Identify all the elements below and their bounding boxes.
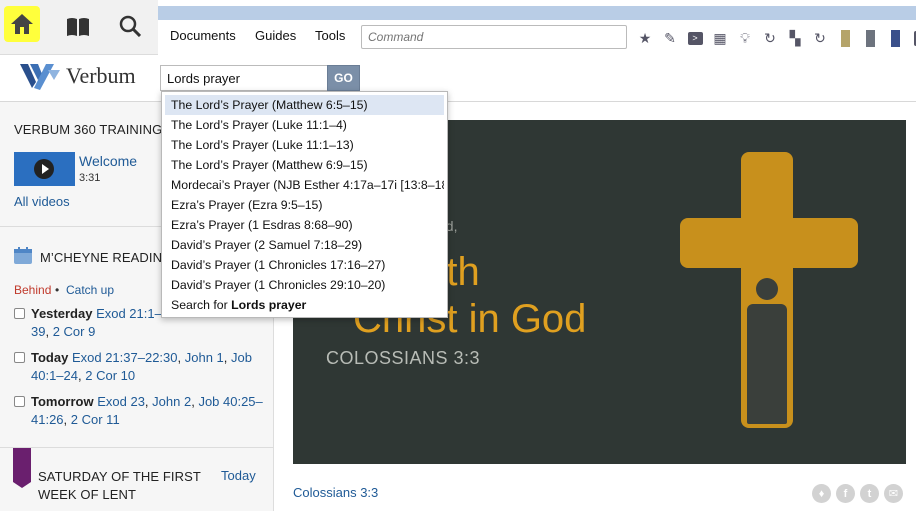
email-share-icon[interactable]: ✉ [884,484,903,503]
calendar-icon [14,247,32,264]
all-videos-link[interactable]: All videos [14,194,70,209]
tool-icons: ★ ✎ > ▦ 💡︎ ↻ ▚ ↻ [636,27,916,49]
video-thumbnail[interactable] [14,152,75,186]
home-button[interactable] [4,6,40,42]
people-icon[interactable]: ▚ [786,29,804,47]
verbum-logo-icon [20,64,60,90]
search-input[interactable] [160,65,328,91]
lightbulb-icon[interactable]: 💡︎ [736,29,754,47]
reading-row-today: Today Exod 21:37–22:30, John 1, Job 40:1… [14,349,264,385]
command-input[interactable] [361,25,627,49]
liturgical-day-line2: WEEK OF LENT [38,487,136,502]
figure-silhouette-body [747,304,787,424]
reading-ref[interactable]: 2 Cor 11 [71,412,120,427]
search-button[interactable] [112,10,148,42]
highlighter-icon[interactable]: ✎ [661,29,679,47]
search-icon [119,15,141,37]
menu-guides[interactable]: Guides [255,28,296,43]
search-for-term: Lords prayer [231,298,307,312]
menu-documents[interactable]: Documents [170,28,236,43]
reading-checkbox[interactable] [14,352,25,363]
sync-alt-icon[interactable]: ↻ [811,29,829,47]
terminal-icon[interactable]: > [686,29,704,47]
reading-ref[interactable]: Exod 21:1–3 [96,306,169,321]
reading-ref[interactable]: 39 [31,324,45,339]
toolbar-stripe [158,6,916,20]
reading-checkbox[interactable] [14,396,25,407]
reading-plan-heading: M’CHEYNE READING [40,250,173,265]
liturgical-day-heading: SATURDAY OF THE FIRST WEEK OF LENT [38,468,201,504]
reading-ref[interactable]: John 1 [185,350,224,365]
suggestion-item[interactable]: The Lord’s Prayer (Matthew 6:9–15) [165,155,444,175]
search-suggestions-dropdown: The Lord’s Prayer (Matthew 6:5–15) The L… [161,91,448,318]
star-icon[interactable]: ★ [636,29,654,47]
menu-tools[interactable]: Tools [315,28,345,43]
verbum-logo[interactable]: Verbum [20,62,136,90]
figure-silhouette-head [756,278,778,300]
layouts-icon[interactable]: ▦ [711,29,729,47]
book-gray-icon[interactable] [861,29,879,47]
play-icon [34,159,54,179]
reading-row-tomorrow: Tomorrow Exod 23, John 2, Job 40:25–41:2… [14,393,264,429]
suggestion-item[interactable]: Ezra’s Prayer (Ezra 9:5–15) [165,195,444,215]
library-button[interactable] [58,12,98,42]
home-icon [11,14,33,34]
suggestion-item[interactable]: The Lord’s Prayer (Luke 11:1–4) [165,115,444,135]
suggestion-item[interactable]: Ezra’s Prayer (1 Esdras 8:68–90) [165,215,444,235]
go-button[interactable]: GO [327,65,360,91]
reading-day: Yesterday [31,306,93,321]
behind-label: Behind [14,283,52,297]
verse-caption-link[interactable]: Colossians 3:3 [293,485,378,500]
search-for-item[interactable]: Search for Lords prayer [165,295,444,315]
book-icon [67,18,89,36]
lent-bookmark-icon [13,448,31,488]
search-for-prefix: Search for [171,298,232,312]
liturgical-day-line1: SATURDAY OF THE FIRST [38,469,201,484]
suggestion-item[interactable]: David’s Prayer (2 Samuel 7:18–29) [165,235,444,255]
bullet-separator: • [55,283,60,297]
twitter-share-icon[interactable]: t [860,484,879,503]
catch-up-link[interactable]: Catch up [66,283,114,297]
suggestion-item[interactable]: Mordecai’s Prayer (NJB Esther 4:17a–17i … [165,175,444,195]
suggestion-item[interactable]: David’s Prayer (1 Chronicles 17:16–27) [165,255,444,275]
sidebar-divider [0,447,274,448]
facebook-share-icon[interactable]: f [836,484,855,503]
sidebar-icon[interactable] [911,29,916,47]
cross-graphic-bar [680,218,858,268]
reading-ref[interactable]: Exod 23 [97,394,145,409]
reading-ref[interactable]: Exod 21:37–22:30 [72,350,178,365]
reading-ref[interactable]: 2 Cor 9 [53,324,96,339]
suggestion-item[interactable]: The Lord’s Prayer (Matthew 6:5–15) [165,95,444,115]
video-duration: 3:31 [79,172,101,184]
logo-text: Verbum [66,63,136,88]
video-title-link[interactable]: Welcome [79,153,137,169]
book-tan-icon[interactable] [836,29,854,47]
faithlife-share-icon[interactable]: ♦ [812,484,831,503]
sync-icon[interactable]: ↻ [761,29,779,47]
share-icons: ♦ f t ✉ [812,484,903,503]
reading-checkbox[interactable] [14,308,25,319]
book-blue-icon[interactable] [886,29,904,47]
reading-day: Today [31,350,69,365]
suggestion-item[interactable]: The Lord’s Prayer (Luke 11:1–13) [165,135,444,155]
reading-day: Tomorrow [31,394,94,409]
reading-ref[interactable]: 2 Cor 10 [85,368,135,383]
suggestion-item[interactable]: David’s Prayer (1 Chronicles 29:10–20) [165,275,444,295]
today-link[interactable]: Today [221,468,256,483]
verse-image-reference: COLOSSIANS 3:3 [326,348,481,368]
reading-ref[interactable]: John 2 [152,394,191,409]
